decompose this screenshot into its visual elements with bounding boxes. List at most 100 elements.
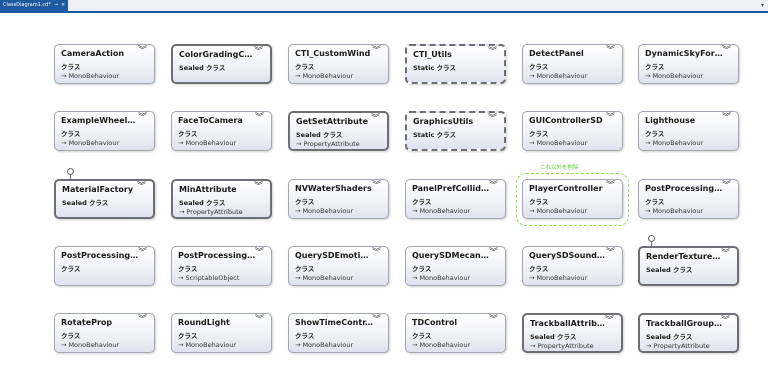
expand-chevron-icon[interactable]: ︾ <box>722 47 731 56</box>
class-kind: クラス <box>178 130 198 138</box>
class-name: CTI_Utils <box>413 50 452 59</box>
class-card[interactable]: TrackballGroupA... Sealed クラス → PropertyAtt… <box>638 313 739 353</box>
expand-chevron-icon[interactable]: ︾ <box>138 316 147 325</box>
expand-chevron-icon[interactable]: ︾ <box>372 47 381 56</box>
expand-chevron-icon[interactable]: ︾ <box>255 316 264 325</box>
inheritance-arrow-icon: → <box>646 342 652 350</box>
class-card[interactable]: CameraAction クラス → MonoBehaviour ︾ <box>54 44 155 84</box>
expand-chevron-icon[interactable]: ︾ <box>606 114 615 123</box>
chevron-down-icon[interactable]: ▾ <box>761 0 764 11</box>
class-card[interactable]: TrackballAttribute Sealed クラス → PropertyAtt… <box>522 313 623 353</box>
class-card[interactable]: PanelPrefCollider クラス → MonoBehaviour ︾ <box>405 179 506 219</box>
class-card[interactable]: MaterialFactory Sealed クラス ︾ <box>54 179 155 219</box>
base-class-name: MonoBehaviour <box>68 139 120 147</box>
class-card[interactable]: TDControl クラス → MonoBehaviour ︾ <box>405 313 506 353</box>
class-name: RotateProp <box>61 318 113 327</box>
expand-chevron-icon[interactable]: ︾ <box>254 48 263 57</box>
class-card[interactable]: PostProcessingC... クラス ︾ <box>54 246 155 286</box>
expand-chevron-icon[interactable]: ︾ <box>606 47 615 56</box>
document-tab[interactable]: ClassDiagram1.cd* ⊸ × <box>0 0 69 11</box>
class-card[interactable]: QuerySDSoundC... クラス → MonoBehaviour ︾ <box>522 246 623 286</box>
class-card[interactable]: QuerySDEmotion... クラス → MonoBehaviour ︾ <box>288 246 389 286</box>
expand-chevron-icon[interactable]: ︾ <box>489 182 498 191</box>
class-card[interactable]: CTI_CustomWind クラス → MonoBehaviour ︾ <box>288 44 389 84</box>
expand-chevron-icon[interactable]: ︾ <box>372 182 381 191</box>
expand-chevron-icon[interactable]: ︾ <box>255 114 264 123</box>
class-kind: Static クラス <box>413 64 456 72</box>
expand-chevron-icon[interactable]: ︾ <box>489 316 498 325</box>
base-class: → MonoBehaviour <box>295 274 353 282</box>
class-name: DetectPanel <box>529 49 584 58</box>
expand-chevron-icon[interactable]: ︾ <box>605 317 614 326</box>
class-card[interactable]: RoundLight クラス → MonoBehaviour ︾ <box>171 313 272 353</box>
interface-lollipop-icon[interactable] <box>67 168 74 175</box>
base-class-name: MonoBehaviour <box>536 72 588 80</box>
class-card[interactable]: ExampleWheelC... クラス → MonoBehaviour ︾ <box>54 111 155 151</box>
expand-chevron-icon[interactable]: ︾ <box>138 47 147 56</box>
pin-icon[interactable]: ⊸ <box>54 2 58 8</box>
class-name: Lighthouse <box>645 116 696 125</box>
class-kind: クラス <box>61 63 81 71</box>
inheritance-arrow-icon: → <box>178 341 184 349</box>
inheritance-arrow-icon: → <box>529 139 535 147</box>
class-kind: クラス <box>412 265 432 273</box>
class-diagram-canvas[interactable]: CameraAction クラス → MonoBehaviour ︾ ColorGradi… <box>0 13 768 384</box>
class-card[interactable]: NVWaterShaders クラス → MonoBehaviour ︾ <box>288 179 389 219</box>
class-card[interactable]: DetectPanel クラス → MonoBehaviour ︾ <box>522 44 623 84</box>
expand-chevron-icon[interactable]: ︾ <box>138 114 147 123</box>
expand-chevron-icon[interactable]: ︾ <box>721 250 730 259</box>
expand-chevron-icon[interactable]: ︾ <box>137 183 146 192</box>
class-card[interactable]: QuerySDMecani... クラス → MonoBehaviour ︾ <box>405 246 506 286</box>
expand-chevron-icon[interactable]: ︾ <box>722 114 731 123</box>
expand-chevron-icon[interactable]: ︾ <box>372 249 381 258</box>
expand-chevron-icon[interactable]: ︾ <box>255 249 264 258</box>
expand-chevron-icon[interactable]: ︾ <box>721 317 730 326</box>
class-name: TrackballAttribute <box>530 319 608 328</box>
base-class: → MonoBehaviour <box>295 72 353 80</box>
class-card[interactable]: GUIControllerSD クラス → MonoBehaviour ︾ <box>522 111 623 151</box>
base-class: → MonoBehaviour <box>61 341 119 349</box>
class-card[interactable]: PostProcessingPr... クラス→ScriptableObject ︾ <box>171 246 272 286</box>
expand-chevron-icon[interactable]: ︾ <box>138 249 147 258</box>
class-name: NVWaterShaders <box>295 184 372 193</box>
class-name: RenderTextureFa... <box>646 252 724 261</box>
class-card[interactable]: GetSetAttribute Sealed クラス → PropertyAttrib… <box>288 111 389 151</box>
class-kind: クラス <box>412 332 432 340</box>
expand-chevron-icon[interactable]: ︾ <box>254 183 263 192</box>
expand-chevron-icon[interactable]: ︾ <box>489 249 498 258</box>
class-card[interactable]: MinAttribute Sealed クラス → PropertyAttribute… <box>171 179 272 219</box>
class-name: CameraAction <box>61 49 125 58</box>
class-card[interactable]: RenderTextureFa... Sealed クラス ︾ <box>638 246 739 286</box>
expand-chevron-icon[interactable]: ︾ <box>488 48 497 57</box>
class-card[interactable]: FaceToCamera クラス → MonoBehaviour ︾ <box>171 111 272 151</box>
expand-chevron-icon[interactable]: ︾ <box>606 249 615 258</box>
class-card[interactable]: DynamicSkyForD... クラス → MonoBehaviour ︾ <box>638 44 739 84</box>
inheritance-arrow-icon: → <box>61 139 67 147</box>
class-card[interactable]: RotateProp クラス → MonoBehaviour ︾ <box>54 313 155 353</box>
class-kind: クラス <box>178 265 198 273</box>
base-class: → MonoBehaviour <box>412 341 470 349</box>
class-kind: Static クラス <box>413 131 456 139</box>
class-card[interactable]: ShowTimeContr... クラス → MonoBehaviour ︾ <box>288 313 389 353</box>
base-class-name: PropertyAttribute <box>537 342 594 350</box>
class-card[interactable]: Lighthouse クラス → MonoBehaviour ︾ <box>638 111 739 151</box>
expand-chevron-icon[interactable]: ︾ <box>371 115 380 124</box>
class-name: FaceToCamera <box>178 116 243 125</box>
expand-chevron-icon[interactable]: ︾ <box>722 182 731 191</box>
class-name: QuerySDSoundC... <box>529 251 607 260</box>
expand-chevron-icon[interactable]: ︾ <box>372 316 381 325</box>
class-name: MaterialFactory <box>62 185 134 194</box>
class-card[interactable]: GraphicsUtils Static クラス ︾ <box>405 111 506 151</box>
interface-lollipop-icon[interactable] <box>648 235 655 242</box>
inheritance-arrow-icon: → <box>412 207 418 215</box>
base-class: → MonoBehaviour <box>645 207 703 215</box>
base-class: → MonoBehaviour <box>529 139 587 147</box>
class-card[interactable]: ColorGradingCur... Sealed クラス ︾ <box>171 44 272 84</box>
expand-chevron-icon[interactable]: ︾ <box>488 115 497 124</box>
class-card[interactable]: CTI_Utils Static クラス ︾ <box>405 44 506 84</box>
class-kind: クラス <box>295 265 315 273</box>
inheritance-arrow-icon: → <box>412 274 418 282</box>
close-icon[interactable]: × <box>61 2 65 8</box>
class-card[interactable]: PostProcessingB... クラス → MonoBehaviour ︾ <box>638 179 739 219</box>
base-class: → PropertyAttribute <box>179 208 243 216</box>
